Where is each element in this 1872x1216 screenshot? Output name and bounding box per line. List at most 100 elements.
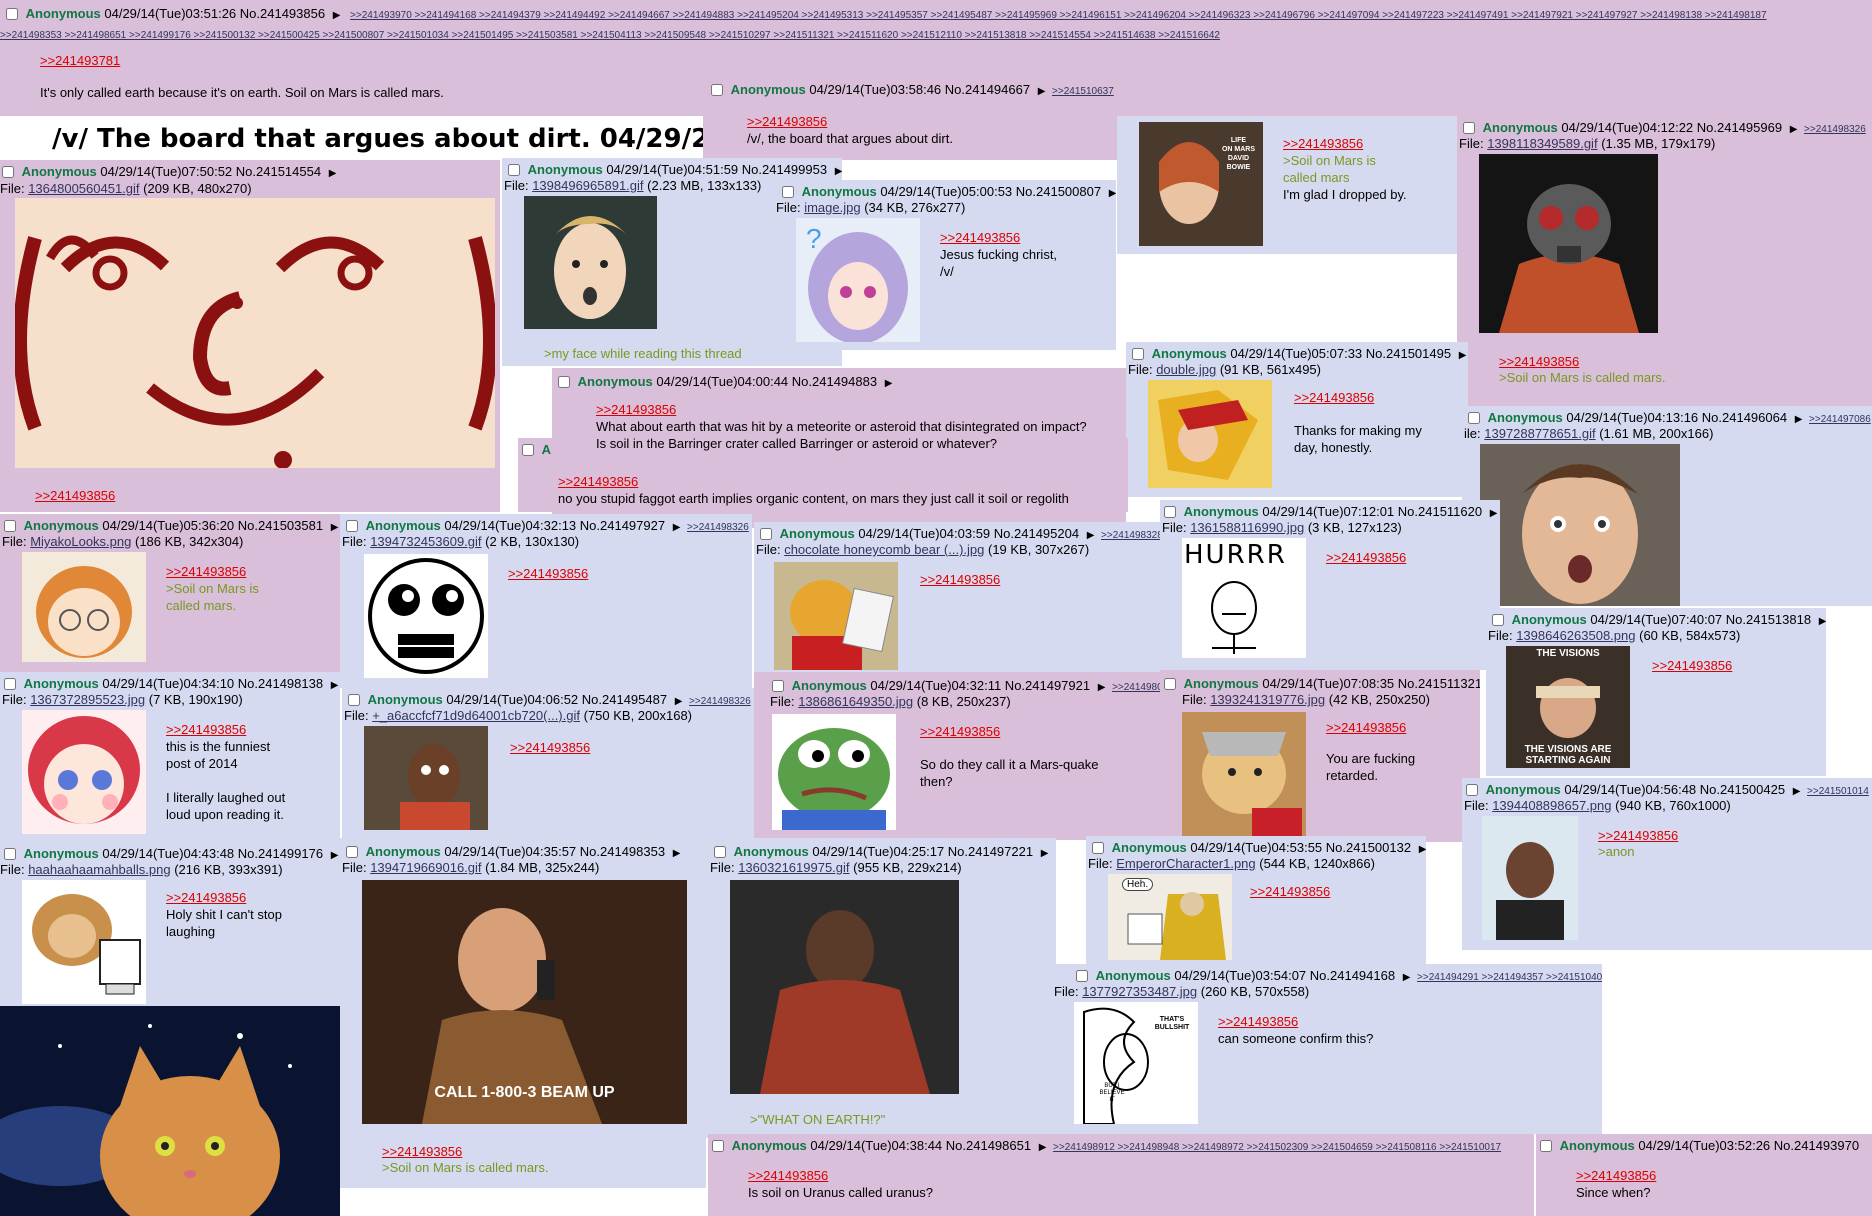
file-link[interactable]: 1394732453609.gif <box>370 534 481 549</box>
menu-triangle-icon[interactable]: ▶ <box>1419 844 1426 855</box>
post-checkbox[interactable] <box>1092 842 1104 854</box>
thumbnail-young-man[interactable] <box>1482 816 1578 940</box>
post-checkbox[interactable] <box>346 520 358 532</box>
backlinks[interactable]: >>241494291 >>241494357 >>241510409 <box>1417 972 1602 983</box>
quote-link[interactable]: >>241493856 <box>1294 390 1374 405</box>
menu-triangle-icon[interactable]: ▶ <box>673 848 681 859</box>
menu-triangle-icon[interactable]: ▶ <box>1793 786 1801 797</box>
menu-triangle-icon[interactable]: ▶ <box>1819 616 1826 627</box>
post-checkbox[interactable] <box>1132 348 1144 360</box>
backlinks[interactable]: >>241498326 <box>1804 124 1866 135</box>
quote-link[interactable]: >>241493856 <box>1326 550 1406 565</box>
thumbnail-robot[interactable] <box>1148 380 1272 488</box>
menu-triangle-icon[interactable]: ▶ <box>331 680 339 691</box>
quote-link[interactable]: >>241493856 <box>558 474 638 489</box>
post-checkbox[interactable] <box>1540 1140 1552 1152</box>
post-checkbox[interactable] <box>782 186 794 198</box>
quote-link[interactable]: >>241493856 <box>1326 720 1406 735</box>
backlinks[interactable]: >>241510637 <box>1052 86 1114 97</box>
quote-link[interactable]: >>241493856 <box>35 488 115 503</box>
menu-triangle-icon[interactable]: ▶ <box>1098 682 1106 693</box>
file-link[interactable]: 1360321619975.gif <box>738 860 849 875</box>
file-link[interactable]: MiyakoLooks.png <box>30 534 131 549</box>
menu-triangle-icon[interactable]: ▶ <box>1459 350 1467 361</box>
post-checkbox[interactable] <box>1164 678 1176 690</box>
quote-link[interactable]: >>241493856 <box>1283 136 1363 151</box>
post-checkbox[interactable] <box>346 846 358 858</box>
op-checkbox[interactable] <box>6 8 18 20</box>
post-checkbox[interactable] <box>712 1140 724 1152</box>
post-checkbox[interactable] <box>522 444 534 456</box>
menu-triangle-icon[interactable]: ▶ <box>675 696 683 707</box>
post-checkbox[interactable] <box>1076 970 1088 982</box>
post-checkbox[interactable] <box>1164 506 1176 518</box>
file-link[interactable]: 1398118349589.gif <box>1487 136 1597 151</box>
file-link[interactable]: 1367372895523.jpg <box>30 692 145 707</box>
file-link[interactable]: 1397288778651.gif <box>1484 426 1595 441</box>
quote-link[interactable]: >>241493856 <box>166 890 246 905</box>
menu-triangle-icon[interactable]: ▶ <box>835 166 842 177</box>
backlinks[interactable]: >>241493970 >>241494168 >>241494379 >>24… <box>350 10 1766 21</box>
thumbnail-surprised-man-tv[interactable] <box>364 726 488 830</box>
post-checkbox[interactable] <box>760 528 772 540</box>
menu-triangle-icon[interactable]: ▶ <box>885 378 893 389</box>
thumbnail-star-trek[interactable] <box>730 880 959 1094</box>
backlinks[interactable]: >>241498912 >>241498948 >>241498972 >>24… <box>1053 1142 1501 1153</box>
thumbnail-doge-knight[interactable] <box>1182 712 1306 836</box>
quote-link[interactable]: >>241493856 <box>747 114 827 129</box>
quote-link[interactable]: >>241493856 <box>166 564 246 579</box>
thumbnail-miyako[interactable] <box>22 552 146 662</box>
thumbnail-hurrr[interactable]: HURRR <box>1182 538 1306 658</box>
post-checkbox[interactable] <box>4 678 16 690</box>
thumbnail-jojo-manga[interactable]: THAT'S BULLSHIT BUT I BELIEVE IT <box>1074 1002 1198 1124</box>
thumbnail-laughing-lion[interactable] <box>22 880 146 1004</box>
quote-link[interactable]: >>241493856 <box>920 724 1000 739</box>
thumbnail-anime-redhead[interactable] <box>22 710 146 834</box>
thumbnail-cartoon-face[interactable] <box>524 196 657 329</box>
file-link[interactable]: image.jpg <box>804 200 860 215</box>
file-link[interactable]: 1364800560451.gif <box>28 181 139 196</box>
thumbnail-anime-girl[interactable]: ? <box>796 218 920 342</box>
quote-link[interactable]: >>241493856 <box>940 230 1020 245</box>
quote-link[interactable]: >>241493856 <box>166 722 246 737</box>
menu-triangle-icon[interactable]: ▶ <box>331 522 339 533</box>
post-checkbox[interactable] <box>4 520 16 532</box>
file-link[interactable]: 1361588116990.jpg <box>1190 520 1304 535</box>
menu-triangle-icon[interactable]: ▶ <box>333 10 341 21</box>
post-checkbox[interactable] <box>1466 784 1478 796</box>
quote-link[interactable]: >>241493856 <box>596 402 676 417</box>
post-checkbox[interactable] <box>348 694 360 706</box>
quote-link[interactable]: >>241493856 <box>1499 354 1579 369</box>
file-link[interactable]: 1394719669016.gif <box>370 860 481 875</box>
post-checkbox[interactable] <box>4 848 16 860</box>
menu-triangle-icon[interactable]: ▶ <box>1041 848 1049 859</box>
menu-triangle-icon[interactable]: ▶ <box>1795 414 1803 425</box>
backlinks[interactable]: >>241497086 <box>1809 414 1871 425</box>
post-checkbox[interactable] <box>558 376 570 388</box>
quote-link[interactable]: >>241493856 <box>1250 884 1330 899</box>
backlinks[interactable]: >>241498326 <box>687 522 749 533</box>
quote-link[interactable]: >>241493856 <box>1598 828 1678 843</box>
menu-triangle-icon[interactable]: ▶ <box>1109 188 1116 199</box>
file-link[interactable]: 1398496965891.gif <box>532 178 643 193</box>
menu-triangle-icon[interactable]: ▶ <box>331 850 339 861</box>
file-link[interactable]: EmperorCharacter1.png <box>1116 856 1255 871</box>
quote-link[interactable]: >>241493856 <box>382 1144 462 1159</box>
post-checkbox[interactable] <box>714 846 726 858</box>
post-checkbox[interactable] <box>1468 412 1480 424</box>
thumbnail-beam-up[interactable]: CALL 1-800-3 BEAM UP <box>362 880 687 1124</box>
quote-link[interactable]: >>241493856 <box>1652 658 1732 673</box>
menu-triangle-icon[interactable]: ▶ <box>329 168 337 179</box>
file-link[interactable]: +_a6accfcf71d9d64001cb720(...).gif <box>372 708 580 723</box>
thumbnail-lenny-face[interactable] <box>15 198 495 468</box>
post-checkbox[interactable] <box>508 164 520 176</box>
post-checkbox[interactable] <box>2 166 14 178</box>
post-checkbox[interactable] <box>711 84 723 96</box>
backlinks[interactable]: >>241501014 <box>1807 786 1869 797</box>
thumbnail-pooh-bear[interactable] <box>774 562 898 670</box>
menu-triangle-icon[interactable]: ▶ <box>1087 530 1095 541</box>
file-link[interactable]: 1394408898657.png <box>1492 798 1611 813</box>
menu-triangle-icon[interactable]: ▶ <box>1490 508 1498 519</box>
backlinks[interactable]: >>241498326 <box>689 696 751 707</box>
thumbnail-pyro[interactable] <box>1479 154 1658 333</box>
